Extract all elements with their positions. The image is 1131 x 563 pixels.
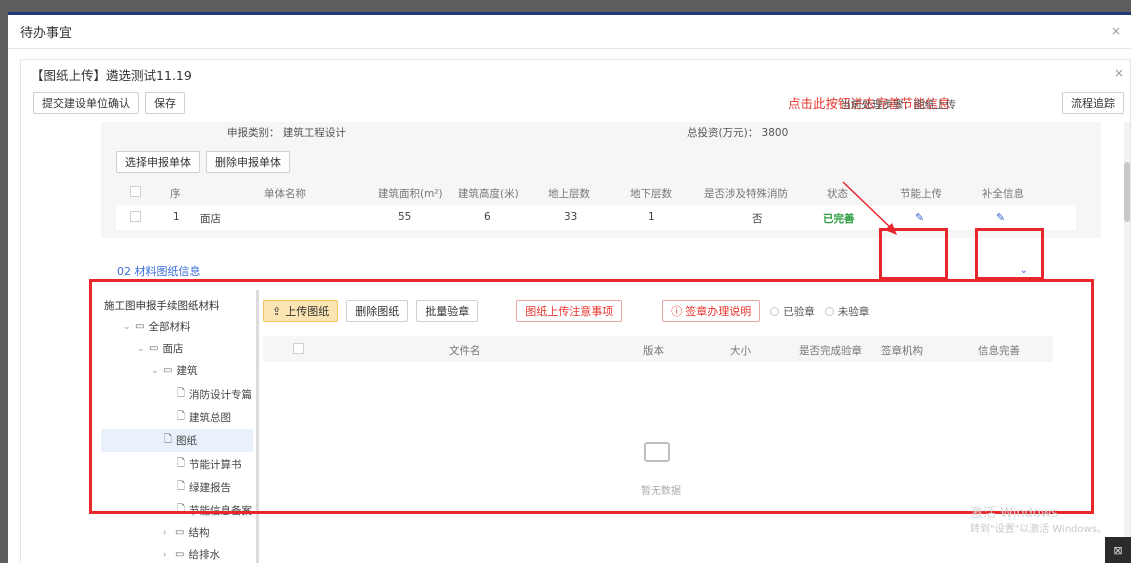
- unit-card: 申报类别： 建筑工程设计 总投资(万元)： 3800 选择申报单体 删除申报单体…: [101, 122, 1101, 238]
- todo-modal-title: 待办事宜: [20, 26, 73, 41]
- complete-info-highlight: [975, 228, 1044, 280]
- upload-modal-header: 【图纸上传】遴选测试11.19 ×: [21, 60, 1130, 88]
- current-step-label: 当前处理步骤：图纸上传: [840, 99, 957, 111]
- select-all-checkbox[interactable]: [130, 186, 141, 197]
- section-title: 02 材料图纸信息: [117, 265, 201, 278]
- submit-confirm-button[interactable]: 提交建设单位确认: [33, 92, 139, 114]
- table-header-row: 序 单体名称 建筑面积(m²) 建筑高度(米) 地上层数 地下层数 是否涉及特殊…: [116, 180, 1076, 205]
- column-header: 单体名称: [264, 188, 306, 200]
- close-icon[interactable]: ×: [1111, 24, 1121, 38]
- select-unit-button[interactable]: 选择申报单体: [116, 151, 200, 173]
- table-row[interactable]: 1 面店 55 6 33 1 否 已完善 ✎ ✎: [116, 205, 1076, 230]
- tree-item-label: 给排水: [188, 549, 220, 561]
- close-icon[interactable]: ×: [1114, 66, 1124, 80]
- unit-seq: 1: [173, 211, 180, 223]
- energy-upload-edit-icon[interactable]: ✎: [915, 211, 924, 224]
- scrollbar-thumb[interactable]: [1124, 162, 1130, 222]
- column-header: 节能上传: [900, 188, 942, 200]
- save-button[interactable]: 保存: [145, 92, 185, 114]
- form-scroll-area: 申报类别： 建筑工程设计 总投资(万元)： 3800 选择申报单体 删除申报单体…: [21, 122, 1126, 563]
- files-highlight: [89, 279, 1094, 514]
- upload-modal-title: 【图纸上传】遴选测试11.19: [31, 67, 192, 83]
- process-track-button[interactable]: 流程追踪: [1062, 92, 1124, 114]
- complete-info-edit-icon[interactable]: ✎: [996, 211, 1005, 224]
- column-header: 地上层数: [548, 188, 590, 200]
- column-header: 地下层数: [630, 188, 672, 200]
- activation-watermark: 激活 Windows: [970, 506, 1059, 521]
- column-header: 建筑高度(米): [458, 188, 519, 200]
- todo-modal: 待办事宜 × 【图纸上传】遴选测试11.19 × 提交建设单位确认 保存 点击此…: [8, 12, 1131, 563]
- folder-icon: ▭: [175, 549, 185, 560]
- unit-table: 序 单体名称 建筑面积(m²) 建筑高度(米) 地上层数 地下层数 是否涉及特殊…: [116, 180, 1076, 230]
- unit-special-fire: 否: [752, 213, 763, 225]
- declare-category: 申报类别： 建筑工程设计: [227, 127, 346, 139]
- unit-floors-above: 33: [564, 211, 578, 223]
- column-header: 序: [170, 188, 181, 200]
- unit-height: 6: [484, 211, 491, 223]
- tree-item-structure[interactable]: › ▭ 结构: [163, 522, 209, 543]
- column-header: 补全信息: [982, 188, 1024, 200]
- action-toolbar: 提交建设单位确认 保存 点击此按钮进去完善节能信息 当前处理步骤：图纸上传 流程…: [21, 88, 1130, 118]
- vertical-scrollbar[interactable]: [1124, 122, 1130, 563]
- folder-icon: ▭: [175, 527, 185, 538]
- app-tray-icon[interactable]: ⊠: [1105, 537, 1131, 563]
- unit-floors-below: 1: [648, 211, 655, 223]
- unit-button-group: 选择申报单体 删除申报单体: [116, 151, 290, 173]
- tree-item-label: 结构: [188, 527, 210, 539]
- chevron-right-icon[interactable]: ›: [163, 528, 171, 538]
- activation-watermark-sub: 转到"设置"以激活 Windows。: [970, 524, 1108, 535]
- delete-unit-button[interactable]: 删除申报单体: [206, 151, 290, 173]
- column-header: 建筑面积(m²): [378, 188, 443, 200]
- chevron-right-icon[interactable]: ›: [163, 550, 171, 560]
- row-checkbox[interactable]: [130, 211, 141, 222]
- unit-name: 面店: [200, 213, 221, 225]
- upload-modal: 【图纸上传】遴选测试11.19 × 提交建设单位确认 保存 点击此按钮进去完善节…: [20, 59, 1131, 563]
- chevron-down-icon[interactable]: ⌄: [1020, 265, 1028, 276]
- total-investment: 总投资(万元)： 3800: [687, 127, 789, 139]
- tree-item-plumbing[interactable]: › ▭ 给排水: [163, 544, 220, 563]
- annotation-arrow-icon: [842, 181, 897, 235]
- todo-modal-header: 待办事宜 ×: [8, 15, 1131, 49]
- column-header: 是否涉及特殊消防: [704, 188, 788, 200]
- unit-area: 55: [398, 211, 412, 223]
